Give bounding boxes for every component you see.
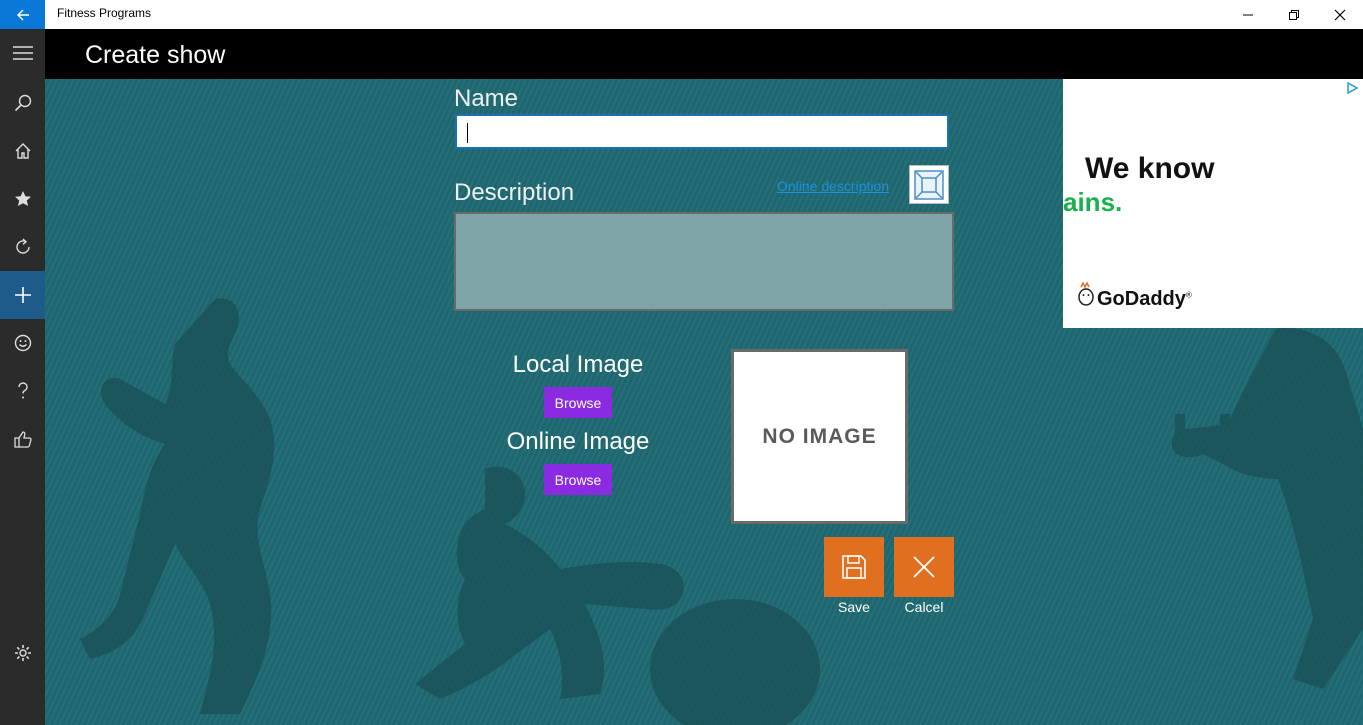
ad-brand-mark: ® [1185,290,1192,300]
main-content: Name Description Online description Loca… [45,79,1363,725]
close-icon [1334,9,1346,20]
sidebar-item-settings[interactable] [0,629,45,677]
sidebar-item-rate[interactable] [0,415,45,463]
sidebar-item-feedback[interactable] [0,319,45,367]
sidebar [0,29,45,725]
advertisement-banner[interactable]: We know ains. GoDaddy® [1063,79,1363,328]
sidebar-item-home[interactable] [0,127,45,175]
close-x-icon [913,556,935,578]
home-icon [15,143,30,159]
minimize-button[interactable] [1225,0,1271,29]
online-image-label: Online Image [506,428,650,455]
ad-choices-icon[interactable] [1345,81,1359,95]
save-label: Save [838,599,870,615]
sidebar-item-refresh[interactable] [0,223,45,271]
local-image-label: Local Image [512,351,644,378]
restore-button[interactable] [1271,0,1317,29]
close-button[interactable] [1317,0,1363,29]
ad-subline: ains. [1063,187,1123,217]
restore-icon [1289,9,1299,20]
ad-headline: We know [1085,152,1215,185]
app-title: Fitness Programs [57,6,152,20]
question-icon [17,382,28,399]
refresh-icon [15,238,30,254]
gear-icon [14,645,31,661]
local-image-browse-button[interactable]: Browse [544,387,612,418]
description-label: Description [454,179,575,206]
description-input[interactable] [454,212,954,311]
name-input[interactable] [455,114,949,149]
thumbs-up-icon [13,431,32,448]
save-button[interactable] [824,537,884,597]
online-description-link[interactable]: Online description [777,178,889,194]
athlete-silhouette-left [80,298,275,714]
expand-icon [914,169,944,200]
ad-brand: GoDaddy® [1097,288,1192,311]
expand-description-button[interactable] [909,165,949,204]
page-header: Create show [45,29,1363,79]
athlete-silhouette-right [1171,328,1363,689]
search-icon [14,94,31,112]
minimize-icon [1243,14,1253,15]
smiley-icon [14,334,31,352]
sidebar-item-help[interactable] [0,367,45,415]
menu-button[interactable] [0,29,45,77]
back-button[interactable] [0,0,45,29]
star-icon [14,191,31,206]
sidebar-item-favorites[interactable] [0,175,45,223]
save-icon [842,555,866,579]
name-label: Name [454,85,519,112]
hamburger-icon [12,46,33,60]
back-arrow-icon [16,9,29,20]
godaddy-logo-icon [1078,281,1094,306]
image-preview: NO IMAGE [731,349,908,524]
sidebar-item-create[interactable] [0,271,45,319]
text-caret [467,123,468,143]
cancel-label: Calcel [904,599,944,615]
plus-icon [14,287,31,303]
page-title: Create show [85,41,226,69]
title-bar: Fitness Programs [0,0,1363,29]
online-image-browse-button[interactable]: Browse [544,464,612,495]
no-image-placeholder: NO IMAGE [762,424,877,448]
sidebar-item-search[interactable] [0,79,45,127]
cancel-button[interactable] [894,537,954,597]
ad-brand-text: GoDaddy [1097,288,1186,310]
